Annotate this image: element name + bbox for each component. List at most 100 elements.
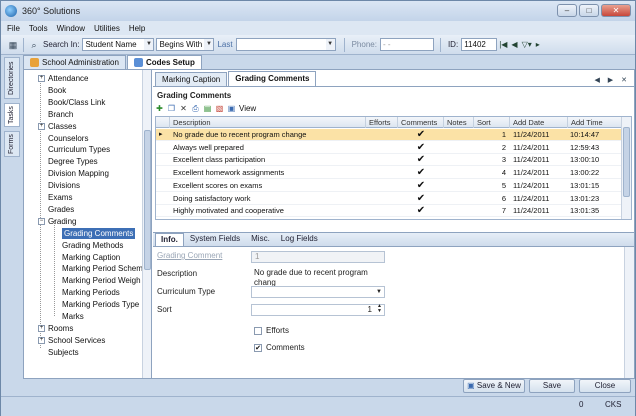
tab-codes-setup[interactable]: Codes Setup (126, 55, 202, 69)
view-button-label[interactable]: View (239, 104, 256, 113)
tab-info[interactable]: Info. (155, 233, 184, 246)
tree-item[interactable]: Divisions (48, 180, 80, 191)
column-header[interactable]: Notes (444, 117, 474, 128)
add-icon[interactable]: ✚ (155, 104, 164, 113)
export-pdf-icon[interactable]: ▧ (215, 104, 224, 113)
stepper-arrows-icon[interactable]: ▲ ▼ (377, 304, 382, 314)
tree-item[interactable]: Book (48, 85, 66, 96)
tree-item[interactable]: Exams (48, 192, 72, 203)
menu-help[interactable]: Help (129, 24, 145, 33)
toolbar-separator (439, 37, 441, 52)
close-button[interactable]: Close (579, 379, 631, 393)
grid-scrollbar[interactable] (621, 117, 631, 219)
tab-grading-comments[interactable]: Grading Comments (228, 71, 317, 86)
save-button[interactable]: Save (529, 379, 575, 393)
tab-log-fields[interactable]: Log Fields (276, 233, 323, 246)
export-excel-icon[interactable]: ▤ (203, 104, 212, 113)
collapse-icon[interactable]: − (38, 217, 45, 225)
efforts-checkbox[interactable] (254, 327, 262, 335)
sort-stepper[interactable]: 1 ▲ ▼ (251, 304, 385, 316)
tree-item[interactable]: Branch (48, 109, 73, 120)
grid-icon[interactable]: ▦ (7, 39, 19, 51)
save-new-button[interactable]: ▣ Save & New (463, 379, 525, 393)
grid-scroll-thumb[interactable] (623, 127, 630, 197)
tree-item[interactable]: Grading Methods (62, 240, 123, 251)
column-header[interactable]: Sort (474, 117, 510, 128)
view-icon[interactable]: ▣ (227, 104, 236, 113)
tree-item[interactable]: Marking Periods (62, 287, 120, 298)
tree-item[interactable]: Degree Types (48, 156, 98, 167)
menu-utilities[interactable]: Utilities (94, 24, 120, 33)
form-scrollbar[interactable] (624, 247, 634, 378)
tree-item[interactable]: Marking Caption (62, 252, 120, 263)
description-field[interactable]: No grade due to recent program chang (251, 268, 385, 287)
tree-item[interactable]: Counselors (48, 133, 88, 144)
delete-icon[interactable]: ✕ (179, 104, 188, 113)
tree-item[interactable]: Curriculum Types (48, 144, 110, 155)
expand-icon[interactable]: + (38, 324, 45, 332)
phone-field[interactable]: - - (379, 38, 434, 51)
menu-tools[interactable]: Tools (29, 24, 48, 33)
tree-item[interactable]: + Rooms (38, 323, 73, 334)
tree-item-label: Grading Methods (62, 240, 124, 250)
table-row[interactable]: Excellent homework assignments ✔ 4 11/24/20… (156, 167, 622, 180)
column-header[interactable]: Description (170, 117, 366, 128)
tree-item[interactable]: + Attendance (38, 73, 88, 84)
column-header[interactable]: Comments (398, 117, 444, 128)
column-header[interactable]: Add Time (568, 117, 622, 128)
tree-scrollbar[interactable] (142, 70, 151, 378)
table-row[interactable]: Highly motivated and cooperative ✔ 7 11/24/… (156, 205, 622, 218)
first-record-icon[interactable]: |◀ (499, 40, 507, 49)
grading-comments-grid: Description Efforts Comments Notes Sort … (155, 116, 632, 220)
tree-item[interactable]: Marking Periods Type (62, 299, 139, 310)
id-field[interactable]: 11402 (461, 38, 498, 51)
column-header[interactable]: Efforts (366, 117, 398, 128)
table-row[interactable]: Excellent scores on exams ✔ 5 11/24/2011 13:… (156, 180, 622, 192)
search-in-select[interactable]: Student Name ▼ (82, 38, 155, 51)
tab-system-fields[interactable]: System Fields (185, 233, 245, 246)
tab-misc[interactable]: Misc. (246, 233, 275, 246)
curriculum-type-select[interactable]: ▼ (251, 286, 385, 298)
tree-item[interactable]: + Classes (38, 121, 76, 132)
side-tab-directories[interactable]: Directories (4, 57, 20, 99)
grid-header: Description Efforts Comments Notes Sort … (156, 117, 622, 128)
comments-checkbox[interactable]: ✔ (254, 344, 262, 352)
expand-icon[interactable]: + (38, 75, 45, 82)
minimize-button[interactable]: – (557, 4, 577, 17)
tab-school-administration[interactable]: School Administration (23, 55, 126, 69)
maximize-button[interactable]: □ (579, 4, 599, 17)
table-row[interactable]: ▸ No grade due to recent program change ✔ 1… (156, 129, 622, 141)
column-header[interactable]: Add Date (510, 117, 568, 128)
menu-window[interactable]: Window (57, 24, 85, 33)
tree-item[interactable]: Grades (48, 204, 74, 215)
previous-record-icon[interactable]: ◀ (511, 40, 517, 49)
match-type-select[interactable]: Begins With ▼ (156, 38, 215, 51)
filter-icon[interactable]: ▽▾ (522, 40, 532, 49)
menu-file[interactable]: File (7, 24, 20, 33)
table-row[interactable]: Always well prepared ✔ 2 11/24/2011 12:59:43 (156, 142, 622, 154)
side-tab-forms[interactable]: Forms (4, 131, 20, 157)
tree-item[interactable]: + School Services (38, 335, 105, 346)
tree-scroll-thumb[interactable] (144, 130, 151, 270)
search-value-select[interactable]: ▼ (235, 38, 336, 51)
expand-icon[interactable]: + (38, 122, 45, 130)
copy-icon[interactable]: ❐ (167, 104, 176, 113)
tree-item[interactable]: Book/Class Link (48, 97, 105, 108)
tab-nav-icons[interactable]: ◀ ▶ ✕ (594, 76, 630, 84)
tree-item[interactable]: Marking Period Schem (62, 263, 143, 274)
close-window-button[interactable]: ✕ (601, 4, 631, 17)
tree-item[interactable]: Subjects (48, 347, 79, 358)
tree-item[interactable]: Marking Period Weigh (62, 275, 141, 286)
expand-icon[interactable]: + (38, 336, 45, 344)
tab-marking-caption[interactable]: Marking Caption (155, 72, 228, 86)
print-icon[interactable]: ⎙ (191, 104, 200, 113)
tree-item[interactable]: Marks (62, 311, 84, 322)
table-row[interactable]: Excellent class participation ✔ 3 11/24/201… (156, 154, 622, 167)
folder-icon (30, 58, 39, 67)
tree-item[interactable]: Grading Comments (62, 227, 136, 239)
tree-item[interactable]: − Grading (38, 216, 76, 227)
side-tab-tasks[interactable]: Tasks (4, 103, 20, 127)
more-options-icon[interactable]: ▸ (536, 40, 540, 49)
tree-item[interactable]: Division Mapping (48, 168, 109, 179)
table-row[interactable]: Doing satisfactory work ✔ 6 11/24/2011 13:01… (156, 193, 622, 205)
